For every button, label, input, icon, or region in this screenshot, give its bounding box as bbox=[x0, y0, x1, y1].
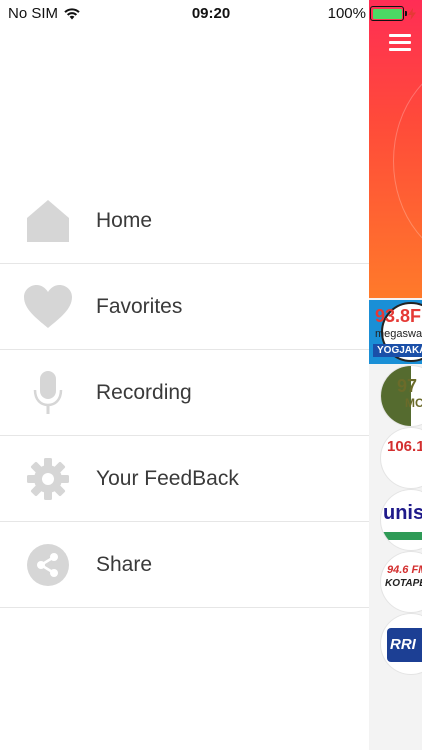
charging-bolt-icon bbox=[408, 7, 416, 20]
station-logo-text: 94.6 FM bbox=[387, 564, 422, 576]
menu-item-label: Favorites bbox=[96, 294, 183, 318]
station-logo-subtext: megaswa bbox=[375, 328, 422, 340]
menu-item-feedback[interactable]: Your FeedBack bbox=[0, 436, 369, 522]
battery-percent: 100% bbox=[327, 5, 366, 22]
battery-icon bbox=[370, 6, 407, 21]
station-logo-subtext: KOTAPERA bbox=[385, 578, 422, 589]
station-logo[interactable]: 93.8F megaswa YOGJAKAR bbox=[369, 300, 422, 364]
menu-item-label: Your FeedBack bbox=[96, 466, 239, 490]
station-logo[interactable]: 106.1 bbox=[381, 428, 422, 488]
station-logo[interactable]: RRI bbox=[381, 614, 422, 674]
status-bar: No SIM 09:20 100% bbox=[0, 0, 422, 28]
menu-item-recording[interactable]: Recording bbox=[0, 350, 369, 436]
home-icon bbox=[0, 178, 96, 264]
station-logo-text: unisi bbox=[383, 502, 422, 524]
station-logo-text: 106.1 bbox=[387, 438, 422, 455]
menu-item-share[interactable]: Share bbox=[0, 522, 369, 608]
station-logo-bar bbox=[381, 532, 422, 540]
microphone-icon bbox=[0, 350, 96, 436]
station-logo-text: 97 bbox=[397, 376, 418, 396]
drawer-menu: Home Favorites Recording Your FeedBack S… bbox=[0, 178, 369, 608]
station-logo[interactable]: 94.6 FM KOTAPERA bbox=[381, 552, 422, 612]
share-icon bbox=[0, 522, 96, 608]
main-content-peek[interactable]: 93.8F megaswa YOGJAKAR 97 MC 106.1 unisi… bbox=[369, 0, 422, 750]
station-logo-subtext: YOGJAKAR bbox=[373, 344, 422, 357]
menu-item-home[interactable]: Home bbox=[0, 178, 369, 264]
battery-status: 100% bbox=[328, 5, 416, 22]
heart-icon bbox=[0, 264, 96, 350]
gear-icon bbox=[0, 436, 96, 522]
menu-item-label: Home bbox=[96, 208, 153, 232]
hamburger-menu-icon[interactable] bbox=[389, 34, 411, 52]
side-drawer: Home Favorites Recording Your FeedBack S… bbox=[0, 0, 369, 750]
station-logo[interactable]: 97 MC bbox=[381, 366, 422, 426]
menu-item-label: Recording bbox=[96, 380, 192, 404]
station-logo-text: 93.8F bbox=[375, 306, 422, 326]
menu-item-favorites[interactable]: Favorites bbox=[0, 264, 369, 350]
station-logo-text: RRI bbox=[390, 636, 416, 653]
station-logo[interactable]: unisi bbox=[381, 490, 422, 550]
menu-item-label: Share bbox=[96, 552, 153, 576]
station-logo-subtext: MC bbox=[405, 396, 422, 410]
